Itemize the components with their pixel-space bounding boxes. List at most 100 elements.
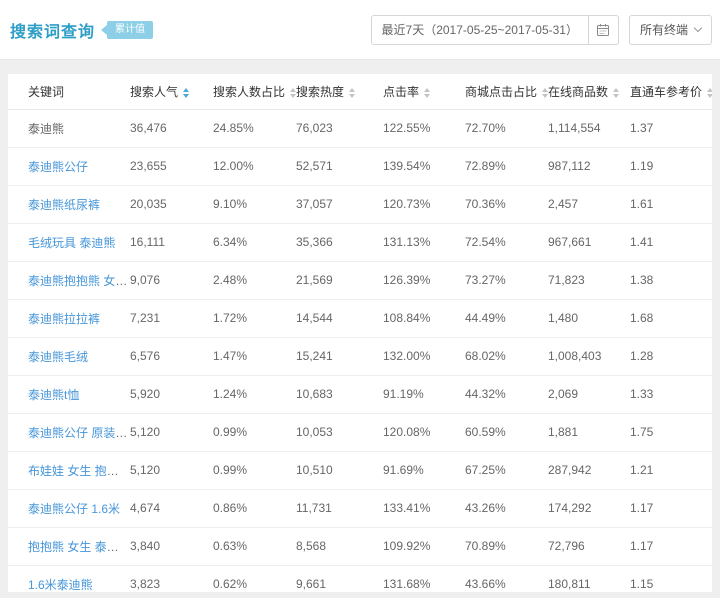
column-header-searcher_ratio[interactable]: 搜索人数占比 <box>213 74 296 110</box>
cell-mall_click_ratio: 43.66% <box>465 565 548 592</box>
cell-ctr: 122.55% <box>383 109 465 148</box>
cell-searcher_ratio: 0.99% <box>213 413 296 452</box>
keyword-link[interactable]: 泰迪熊拉拉裤 <box>28 312 100 326</box>
keyword-cell: 泰迪熊 <box>8 109 130 148</box>
cell-mall_click_ratio: 72.89% <box>465 147 548 186</box>
keyword-cell: 泰迪熊拉拉裤 <box>8 299 130 338</box>
cell-search_popularity: 4,674 <box>130 489 213 528</box>
sort-carets-icon[interactable] <box>707 87 712 98</box>
keyword-cell: 泰迪熊公仔 <box>8 147 130 186</box>
keyword-link[interactable]: 抱抱熊 女生 泰迪熊 送... <box>28 540 130 554</box>
keyword-cell: 泰迪熊纸尿裤 <box>8 185 130 224</box>
cell-ctr: 131.68% <box>383 565 465 592</box>
keyword-cell: 泰迪熊抱抱熊 女生 送... <box>8 261 130 300</box>
cell-search_heat: 76,023 <box>296 109 383 148</box>
cell-search_heat: 52,571 <box>296 147 383 186</box>
cell-ctr: 91.69% <box>383 451 465 490</box>
table-row: 泰迪熊毛绒 6,576 1.47% 15,241 132.00% 68.02% 1,008,… <box>8 337 712 376</box>
cell-online_products: 1,881 <box>548 413 630 452</box>
title-group: 搜索词查询 累计值 <box>10 18 154 42</box>
keyword-cell: 泰迪熊毛绒 <box>8 337 130 376</box>
keyword-cell: 抱抱熊 女生 泰迪熊 送... <box>8 527 130 566</box>
column-header-ctr[interactable]: 点击率 <box>383 74 465 110</box>
cell-searcher_ratio: 0.63% <box>213 527 296 566</box>
cell-ppc_ref_price: 1.33 <box>630 375 712 414</box>
column-header-ppc_ref_price[interactable]: 直通车参考价 <box>630 74 712 110</box>
date-range-picker[interactable]: 最近7天（2017-05-25~2017-05-31） <box>370 14 619 45</box>
cell-ppc_ref_price: 1.19 <box>630 147 712 186</box>
cell-searcher_ratio: 12.00% <box>213 147 296 186</box>
keyword-cell: 泰迪熊公仔 1.6米 <box>8 489 130 528</box>
cell-mall_click_ratio: 44.32% <box>465 375 548 414</box>
terminal-selector[interactable]: 所有终端 <box>628 14 712 45</box>
cell-ctr: 133.41% <box>383 489 465 528</box>
cell-search_heat: 10,510 <box>296 451 383 490</box>
cell-search_heat: 35,366 <box>296 223 383 262</box>
table-row: 泰迪熊公仔 原装正版 5,120 0.99% 10,053 120.08% 60.59% 1… <box>8 413 712 452</box>
column-label: 搜索人气 <box>130 84 179 99</box>
table-row: 泰迪熊公仔 1.6米 4,674 0.86% 11,731 133.41% 43.26% 1… <box>8 489 712 528</box>
cell-online_products: 174,292 <box>548 489 630 528</box>
cell-search_heat: 21,569 <box>296 261 383 300</box>
calendar-icon[interactable] <box>587 15 618 44</box>
keyword-link[interactable]: 泰迪熊公仔 原装正版 <box>28 426 130 440</box>
chevron-down-icon <box>693 23 703 33</box>
keyword-cell: 泰迪熊公仔 原装正版 <box>8 413 130 452</box>
keyword-link[interactable]: 泰迪熊公仔 1.6米 <box>28 502 120 516</box>
table-row: 泰迪熊拉拉裤 7,231 1.72% 14,544 108.84% 44.49% 1,480… <box>8 299 712 338</box>
cell-mall_click_ratio: 43.26% <box>465 489 548 528</box>
cell-ppc_ref_price: 1.15 <box>630 565 712 592</box>
keyword-link[interactable]: 1.6米泰迪熊 <box>28 578 93 592</box>
column-header-keyword: 关键词 <box>8 74 130 110</box>
cell-online_products: 1,480 <box>548 299 630 338</box>
column-header-online_products[interactable]: 在线商品数 <box>548 74 630 110</box>
keyword-link[interactable]: 泰迪熊毛绒 <box>28 350 88 364</box>
keyword-link[interactable]: 泰迪熊纸尿裤 <box>28 198 100 212</box>
table-row: 泰迪熊t恤 5,920 1.24% 10,683 91.19% 44.32% 2,069 1.… <box>8 375 712 414</box>
terminal-selector-label: 所有终端 <box>639 23 688 37</box>
cell-mall_click_ratio: 70.89% <box>465 527 548 566</box>
cell-mall_click_ratio: 72.70% <box>465 109 548 148</box>
keyword-cell: 布娃娃 女生 抱抱熊 泰... <box>8 451 130 490</box>
cell-mall_click_ratio: 73.27% <box>465 261 548 300</box>
cell-search_heat: 9,661 <box>296 565 383 592</box>
cell-online_products: 71,823 <box>548 261 630 300</box>
cell-search_popularity: 23,655 <box>130 147 213 186</box>
sort-carets-icon[interactable] <box>349 87 356 98</box>
keyword-link[interactable]: 泰迪熊t恤 <box>28 388 79 402</box>
cell-ctr: 126.39% <box>383 261 465 300</box>
keyword-cell: 毛绒玩具 泰迪熊 <box>8 223 130 262</box>
keyword-link[interactable]: 毛绒玩具 泰迪熊 <box>28 236 115 250</box>
keyword-link[interactable]: 泰迪熊抱抱熊 女生 送... <box>28 274 130 288</box>
cell-mall_click_ratio: 44.49% <box>465 299 548 338</box>
column-header-search_popularity[interactable]: 搜索人气 <box>130 74 213 110</box>
date-range-text[interactable]: 最近7天（2017-05-25~2017-05-31） <box>372 21 588 38</box>
page-title: 搜索词查询 <box>10 23 96 41</box>
cell-searcher_ratio: 9.10% <box>213 185 296 224</box>
cell-mall_click_ratio: 68.02% <box>465 337 548 376</box>
cell-search_heat: 15,241 <box>296 337 383 376</box>
table-row: 毛绒玩具 泰迪熊 16,111 6.34% 35,366 131.13% 72.54% 96… <box>8 223 712 262</box>
cell-ppc_ref_price: 1.68 <box>630 299 712 338</box>
cell-ctr: 120.08% <box>383 413 465 452</box>
column-header-mall_click_ratio[interactable]: 商城点击占比 <box>465 74 548 110</box>
cell-ppc_ref_price: 1.28 <box>630 337 712 376</box>
cell-online_products: 987,112 <box>548 147 630 186</box>
column-header-search_heat[interactable]: 搜索热度 <box>296 74 383 110</box>
column-label: 在线商品数 <box>548 84 609 99</box>
keyword-cell: 泰迪熊t恤 <box>8 375 130 414</box>
keyword-link[interactable]: 布娃娃 女生 抱抱熊 泰... <box>28 464 130 478</box>
cell-searcher_ratio: 0.86% <box>213 489 296 528</box>
keyword-link[interactable]: 泰迪熊公仔 <box>28 160 88 174</box>
sort-carets-icon[interactable] <box>613 87 620 98</box>
sort-carets-icon[interactable] <box>183 87 190 98</box>
cell-ppc_ref_price: 1.75 <box>630 413 712 452</box>
cell-searcher_ratio: 6.34% <box>213 223 296 262</box>
cell-search_popularity: 5,920 <box>130 375 213 414</box>
cell-search_heat: 8,568 <box>296 527 383 566</box>
cell-search_popularity: 9,076 <box>130 261 213 300</box>
cell-search_popularity: 5,120 <box>130 413 213 452</box>
sort-carets-icon[interactable] <box>424 87 431 98</box>
cell-ctr: 132.00% <box>383 337 465 376</box>
table-header-row: 关键词 搜索人气 搜索人数占比 搜索热度 点击率 商城点击占比 在线商品数 直通车参考价 <box>8 74 712 110</box>
